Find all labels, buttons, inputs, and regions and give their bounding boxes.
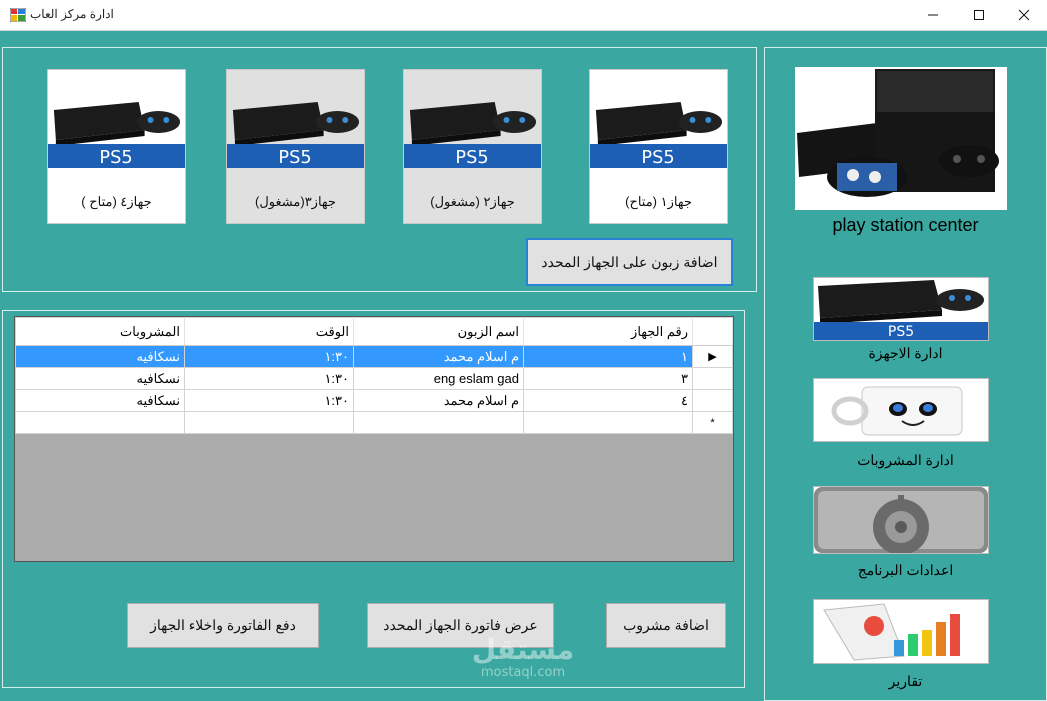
device-label: جهاز١ (متاح): [625, 194, 692, 209]
minimize-icon: [928, 14, 938, 16]
nav-reports-label[interactable]: تقارير: [764, 673, 1047, 690]
nav-drinks-button[interactable]: [813, 378, 989, 442]
pay-invoice-button[interactable]: دفع الفاتورة واخلاء الجهاز: [127, 603, 319, 648]
playstation-hero-image: [795, 67, 1007, 210]
add-customer-button[interactable]: اضافة زبون على الجهاز المحدد: [526, 238, 733, 286]
app-icon: [10, 8, 26, 22]
table-row[interactable]: نسكافيه ١:٣٠ م اسلام محمد ٤: [15, 389, 733, 412]
nav-devices-button[interactable]: PS5: [813, 277, 989, 341]
table-row[interactable]: نسكافيه ١:٣٠ م اسلام محمد ١ ▶: [15, 345, 733, 368]
row-header[interactable]: [692, 389, 733, 412]
new-row-indicator[interactable]: *: [692, 411, 733, 434]
nav-reports-button[interactable]: [813, 599, 989, 664]
brand-title: play station center: [832, 215, 979, 235]
gear-icon: [814, 487, 988, 555]
close-button[interactable]: [1001, 0, 1047, 30]
console-icon: PS5: [404, 82, 541, 168]
row-header[interactable]: [692, 367, 733, 390]
report-chart-icon: [814, 600, 988, 663]
device-tile-3[interactable]: PS5 جهاز٣(مشغول): [226, 69, 365, 224]
svg-text:PS5: PS5: [888, 324, 914, 340]
column-header-time[interactable]: الوقت: [184, 317, 354, 346]
row-header-corner: [692, 317, 733, 346]
maximize-icon: [974, 10, 984, 20]
minimize-button[interactable]: [910, 0, 956, 30]
cell-time[interactable]: [184, 411, 354, 434]
nav-settings-label[interactable]: اعدادات البرنامج: [764, 562, 1047, 579]
console-icon: PS5: [814, 278, 988, 340]
add-drink-button[interactable]: اضافة مشروب: [606, 603, 726, 648]
table-row[interactable]: نسكافيه ١:٣٠ eng eslam gad ٣: [15, 367, 733, 390]
cell-device[interactable]: ١: [523, 345, 693, 368]
cell-device[interactable]: [523, 411, 693, 434]
cell-device[interactable]: ٣: [523, 367, 693, 390]
device-tile-1[interactable]: PS5 جهاز١ (متاح): [589, 69, 728, 224]
cell-customer[interactable]: م اسلام محمد: [353, 345, 524, 368]
device-label: جهاز٤ (متاح ): [81, 194, 152, 209]
cell-customer[interactable]: [353, 411, 524, 434]
mug-icon: [814, 379, 988, 441]
current-row-indicator[interactable]: ▶: [692, 345, 733, 368]
sessions-grid[interactable]: المشروبات الوقت اسم الزبون رقم الجهاز نس…: [14, 316, 734, 562]
window-title: ادارة مركز العاب: [30, 7, 114, 21]
device-tile-2[interactable]: PS5 جهاز٢ (مشغول): [403, 69, 542, 224]
close-icon: [1018, 9, 1030, 21]
watermark-latin: mostaql.com: [480, 665, 566, 680]
svg-text:PS5: PS5: [278, 147, 311, 168]
cell-drinks[interactable]: نسكافيه: [15, 367, 185, 390]
maximize-button[interactable]: [956, 0, 1002, 30]
console-icon: PS5: [590, 82, 727, 168]
cell-time[interactable]: ١:٣٠: [184, 367, 354, 390]
grid-header-row: المشروبات الوقت اسم الزبون رقم الجهاز: [15, 317, 733, 346]
device-label: جهاز٢ (مشغول): [430, 194, 515, 209]
nav-drinks-label[interactable]: ادارة المشروبات: [764, 452, 1047, 469]
nav-devices-label[interactable]: ادارة الاجهزة: [764, 345, 1047, 362]
cell-customer[interactable]: eng eslam gad: [353, 367, 524, 390]
svg-text:PS5: PS5: [99, 147, 132, 168]
cell-drinks[interactable]: [15, 411, 185, 434]
device-label: جهاز٣(مشغول): [255, 194, 336, 209]
nav-settings-button[interactable]: [813, 486, 989, 555]
svg-text:PS5: PS5: [455, 147, 488, 168]
cell-drinks[interactable]: نسكافيه: [15, 389, 185, 412]
cell-time[interactable]: ١:٣٠: [184, 345, 354, 368]
column-header-drinks[interactable]: المشروبات: [15, 317, 185, 346]
watermark: مستقل mostaql.com: [458, 633, 588, 681]
device-tile-4[interactable]: PS5 جهاز٤ (متاح ): [47, 69, 186, 224]
console-icon: PS5: [48, 82, 185, 168]
new-row[interactable]: *: [15, 411, 733, 434]
column-header-device[interactable]: رقم الجهاز: [523, 317, 693, 346]
cell-drinks[interactable]: نسكافيه: [15, 345, 185, 368]
svg-text:PS5: PS5: [641, 147, 674, 168]
cell-device[interactable]: ٤: [523, 389, 693, 412]
cell-customer[interactable]: م اسلام محمد: [353, 389, 524, 412]
column-header-customer[interactable]: اسم الزبون: [353, 317, 524, 346]
title-bar: ادارة مركز العاب: [0, 0, 1047, 31]
watermark-arabic: مستقل: [471, 633, 575, 666]
console-icon: PS5: [227, 82, 364, 168]
cell-time[interactable]: ١:٣٠: [184, 389, 354, 412]
